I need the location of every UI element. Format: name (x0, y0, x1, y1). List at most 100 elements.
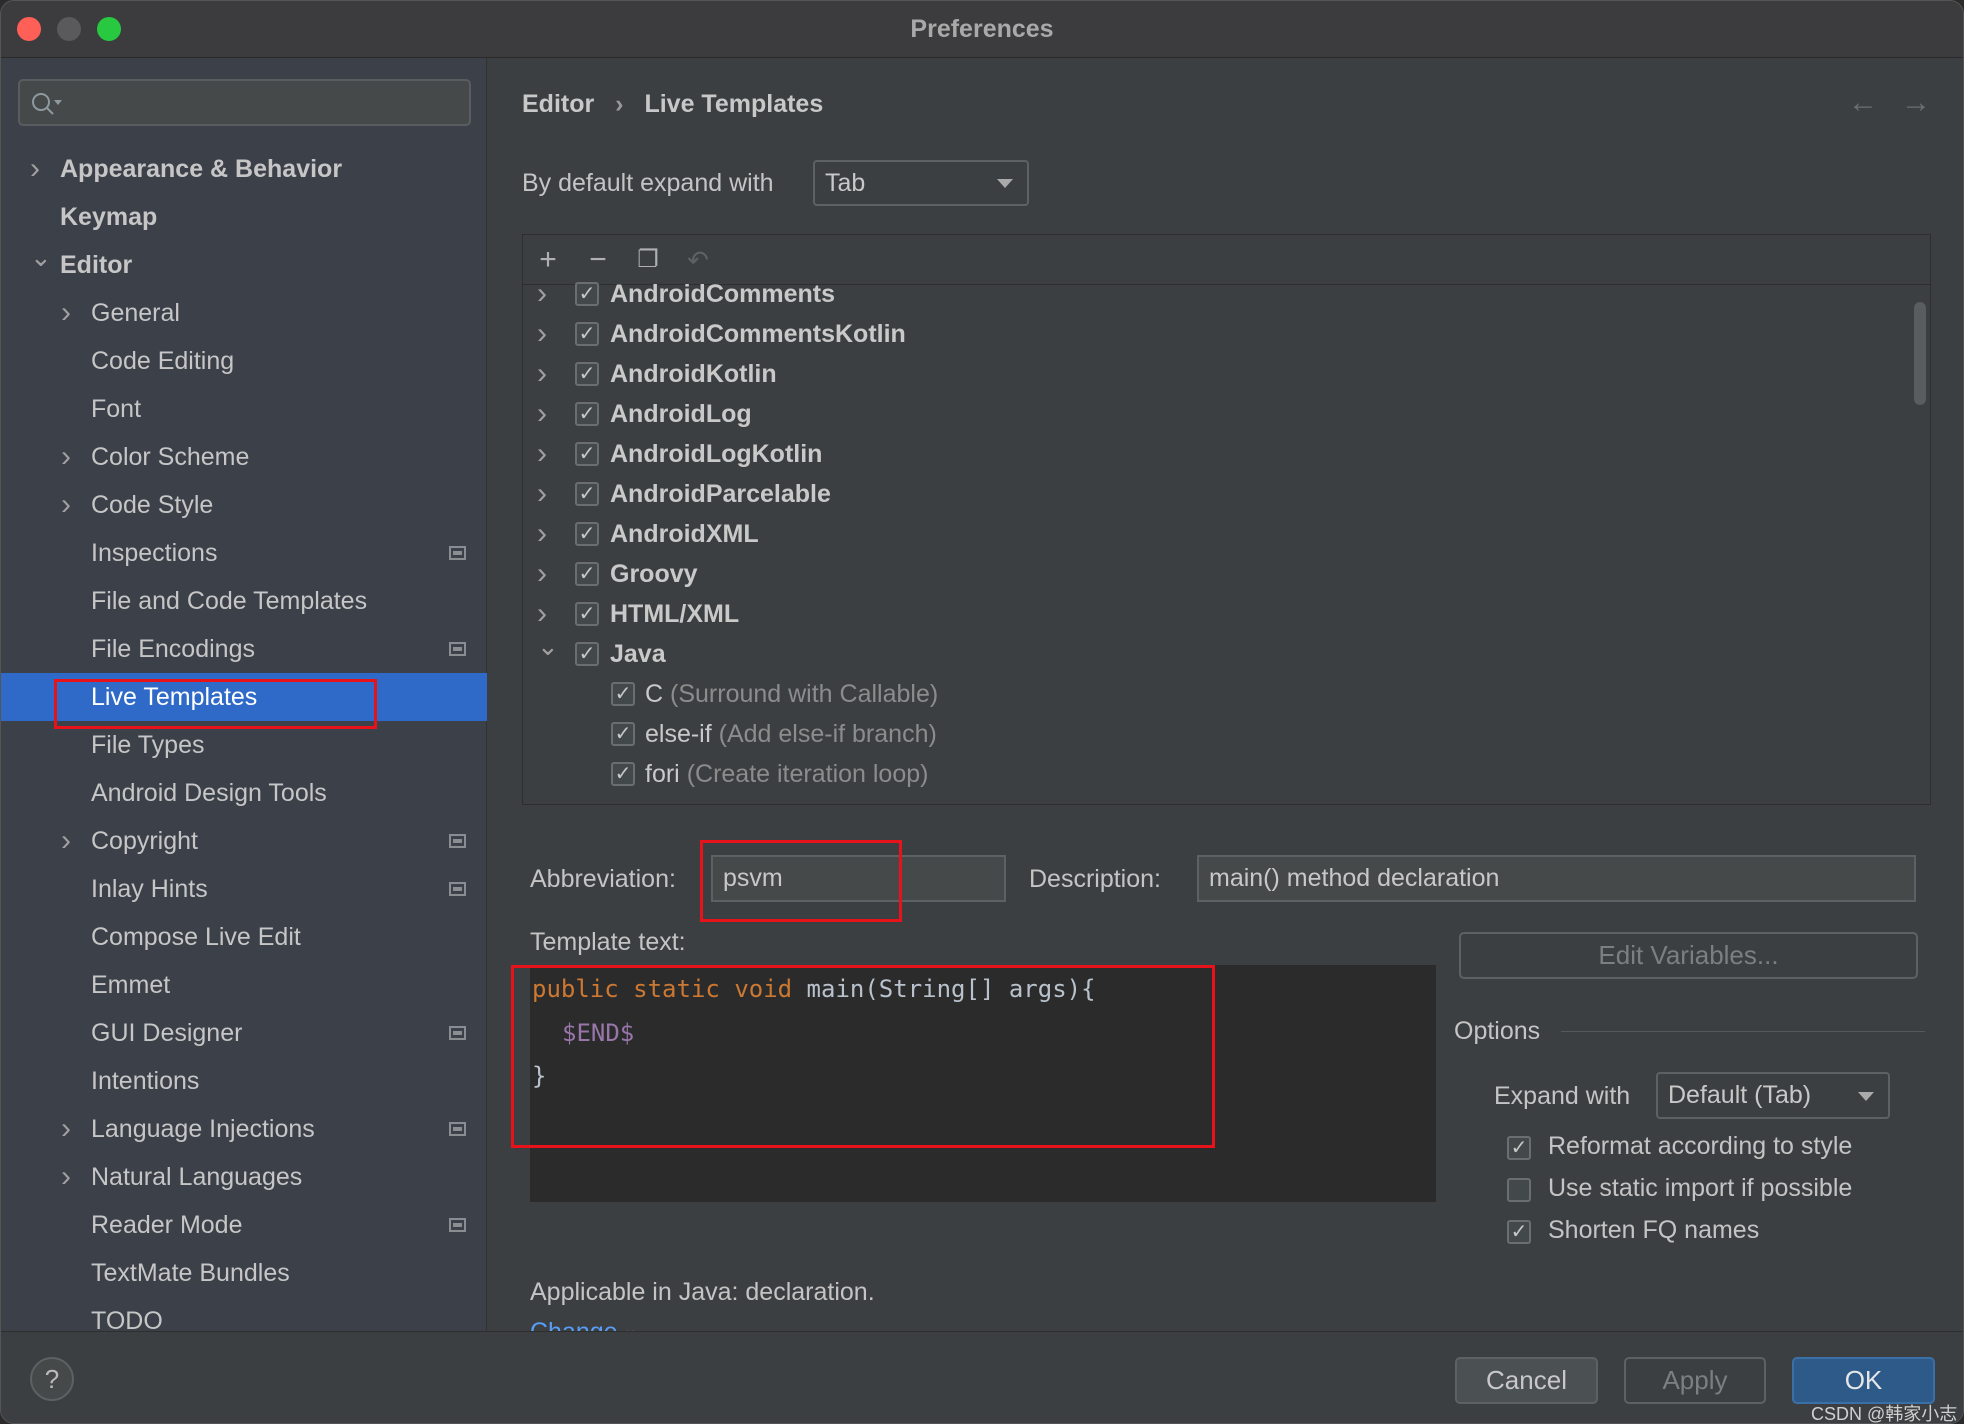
sidebar-item-android-design-tools[interactable]: Android Design Tools (1, 769, 487, 817)
template-item-row[interactable]: ✓ fori (Create iteration loop) (523, 754, 1903, 794)
back-arrow-icon[interactable]: ← (1848, 86, 1878, 120)
chevron-right-icon[interactable]: › (61, 817, 71, 865)
chevron-right-icon[interactable]: › (537, 314, 547, 354)
sidebar-item-textmate-bundles[interactable]: TextMate Bundles (1, 1249, 487, 1297)
sidebar-item-font[interactable]: Font (1, 385, 487, 433)
help-button[interactable]: ? (30, 1357, 74, 1401)
option-label: Shorten FQ names (1548, 1216, 1760, 1244)
chevron-right-icon[interactable]: › (61, 481, 71, 529)
sidebar-item-intentions[interactable]: Intentions (1, 1057, 487, 1105)
group-checkbox[interactable]: ✓ (575, 362, 599, 386)
template-group-row[interactable]: › ✓ AndroidCommentsKotlin (523, 314, 1903, 354)
chevron-right-icon[interactable]: › (537, 274, 547, 314)
group-checkbox[interactable]: ✓ (575, 642, 599, 666)
forward-arrow-icon[interactable]: → (1901, 86, 1931, 120)
highlight-box-live-templates (54, 679, 377, 729)
sidebar-item-general[interactable]: › General (1, 289, 487, 337)
template-group-row[interactable]: › ✓ HTML/XML (523, 594, 1903, 634)
chevron-right-icon[interactable]: › (61, 1105, 71, 1153)
template-group-row[interactable]: › ✓ AndroidLog (523, 394, 1903, 434)
sidebar-item-gui-designer[interactable]: GUI Designer (1, 1009, 487, 1057)
option-checkbox[interactable] (1507, 1178, 1531, 1202)
template-group-row[interactable]: › ✓ AndroidComments (523, 274, 1903, 314)
group-checkbox[interactable]: ✓ (575, 282, 599, 306)
group-checkbox[interactable]: ✓ (575, 482, 599, 506)
chevron-down-icon[interactable]: ⌄ (537, 626, 559, 666)
sidebar-item-keymap[interactable]: Keymap (1, 193, 487, 241)
group-checkbox[interactable]: ✓ (575, 522, 599, 546)
chevron-right-icon[interactable]: › (61, 433, 71, 481)
template-item-row[interactable]: ✓ else-if (Add else-if branch) (523, 714, 1903, 754)
chevron-right-icon[interactable]: › (537, 354, 547, 394)
option-checkbox-row[interactable]: Use static import if possible (1507, 1174, 1907, 1210)
sidebar-item-appearance-behavior[interactable]: › Appearance & Behavior (1, 145, 487, 193)
template-checkbox[interactable]: ✓ (611, 762, 635, 786)
preferences-window: Preferences › Appearance & Behavior Keymap… (0, 0, 1964, 1424)
sidebar-item-label: Intentions (91, 1067, 200, 1095)
chevron-right-icon[interactable]: › (61, 1153, 71, 1201)
template-group-name: AndroidCommentsKotlin (610, 320, 906, 348)
template-item-row[interactable]: ✓ C (Surround with Callable) (523, 674, 1903, 714)
chevron-right-icon[interactable]: › (537, 514, 547, 554)
sidebar-item-copyright[interactable]: › Copyright (1, 817, 487, 865)
copy-icon[interactable]: ❐ (633, 245, 663, 275)
ok-button[interactable]: OK (1792, 1357, 1935, 1404)
group-checkbox[interactable]: ✓ (575, 562, 599, 586)
description-input[interactable]: main() method declaration (1197, 855, 1916, 902)
chevron-right-icon[interactable]: › (30, 145, 40, 193)
sidebar-item-inlay-hints[interactable]: Inlay Hints (1, 865, 487, 913)
sidebar-item-file-and-code-templates[interactable]: File and Code Templates (1, 577, 487, 625)
template-group-row[interactable]: › ✓ Groovy (523, 554, 1903, 594)
chevron-right-icon[interactable]: › (537, 394, 547, 434)
template-group-row[interactable]: › ✓ AndroidParcelable (523, 474, 1903, 514)
chevron-right-icon[interactable]: › (537, 474, 547, 514)
sidebar-item-code-editing[interactable]: Code Editing (1, 337, 487, 385)
settings-search-input[interactable] (18, 79, 471, 126)
apply-button[interactable]: Apply (1624, 1357, 1766, 1404)
group-checkbox[interactable]: ✓ (575, 402, 599, 426)
expand-with-dropdown[interactable]: Default (Tab) (1656, 1072, 1890, 1119)
option-checkbox-row[interactable]: ✓ Reformat according to style (1507, 1132, 1907, 1168)
option-checkbox-row[interactable]: ✓ Shorten FQ names (1507, 1216, 1907, 1252)
group-checkbox[interactable]: ✓ (575, 322, 599, 346)
sidebar-item-inspections[interactable]: Inspections (1, 529, 487, 577)
template-group-row[interactable]: › ✓ AndroidKotlin (523, 354, 1903, 394)
edit-variables-button[interactable]: Edit Variables... (1459, 932, 1918, 979)
sidebar-item-natural-languages[interactable]: › Natural Languages (1, 1153, 487, 1201)
chevron-right-icon[interactable]: › (61, 289, 71, 337)
template-group-name: AndroidParcelable (610, 480, 831, 508)
sidebar-item-code-style[interactable]: › Code Style (1, 481, 487, 529)
breadcrumb-editor[interactable]: Editor (522, 90, 594, 118)
chevron-right-icon[interactable]: › (537, 434, 547, 474)
highlight-box-abbreviation (700, 840, 902, 922)
template-checkbox[interactable]: ✓ (611, 682, 635, 706)
sidebar-item-reader-mode[interactable]: Reader Mode (1, 1201, 487, 1249)
option-checkbox[interactable]: ✓ (1507, 1220, 1531, 1244)
sidebar-item-editor[interactable]: ⌄ Editor (1, 241, 487, 289)
sidebar-item-emmet[interactable]: Emmet (1, 961, 487, 1009)
restore-icon[interactable]: ↶ (683, 245, 713, 275)
template-group-row[interactable]: › ✓ AndroidLogKotlin (523, 434, 1903, 474)
sidebar-item-color-scheme[interactable]: › Color Scheme (1, 433, 487, 481)
sidebar-item-compose-live-edit[interactable]: Compose Live Edit (1, 913, 487, 961)
template-group-row[interactable]: ⌄ ✓ Java (523, 631, 1903, 674)
cancel-button[interactable]: Cancel (1455, 1357, 1598, 1404)
group-checkbox[interactable]: ✓ (575, 602, 599, 626)
template-abbreviation: fori (645, 760, 680, 788)
project-settings-icon (449, 882, 466, 896)
template-group-row[interactable]: › ✓ AndroidXML (523, 514, 1903, 554)
sidebar-item-label: Editor (60, 251, 133, 279)
chevron-right-icon[interactable]: › (537, 554, 547, 594)
template-description: (Surround with Callable) (670, 680, 939, 708)
remove-icon[interactable]: − (583, 245, 613, 275)
add-icon[interactable]: + (533, 245, 563, 275)
sidebar-item-language-injections[interactable]: › Language Injections (1, 1105, 487, 1153)
chevron-down-icon[interactable]: ⌄ (30, 233, 52, 281)
expand-default-dropdown[interactable]: Tab (813, 160, 1029, 206)
tree-scrollbar[interactable] (1914, 302, 1926, 405)
sidebar-item-file-encodings[interactable]: File Encodings (1, 625, 487, 673)
option-label: Reformat according to style (1548, 1132, 1853, 1160)
group-checkbox[interactable]: ✓ (575, 442, 599, 466)
template-checkbox[interactable]: ✓ (611, 722, 635, 746)
option-checkbox[interactable]: ✓ (1507, 1136, 1531, 1160)
